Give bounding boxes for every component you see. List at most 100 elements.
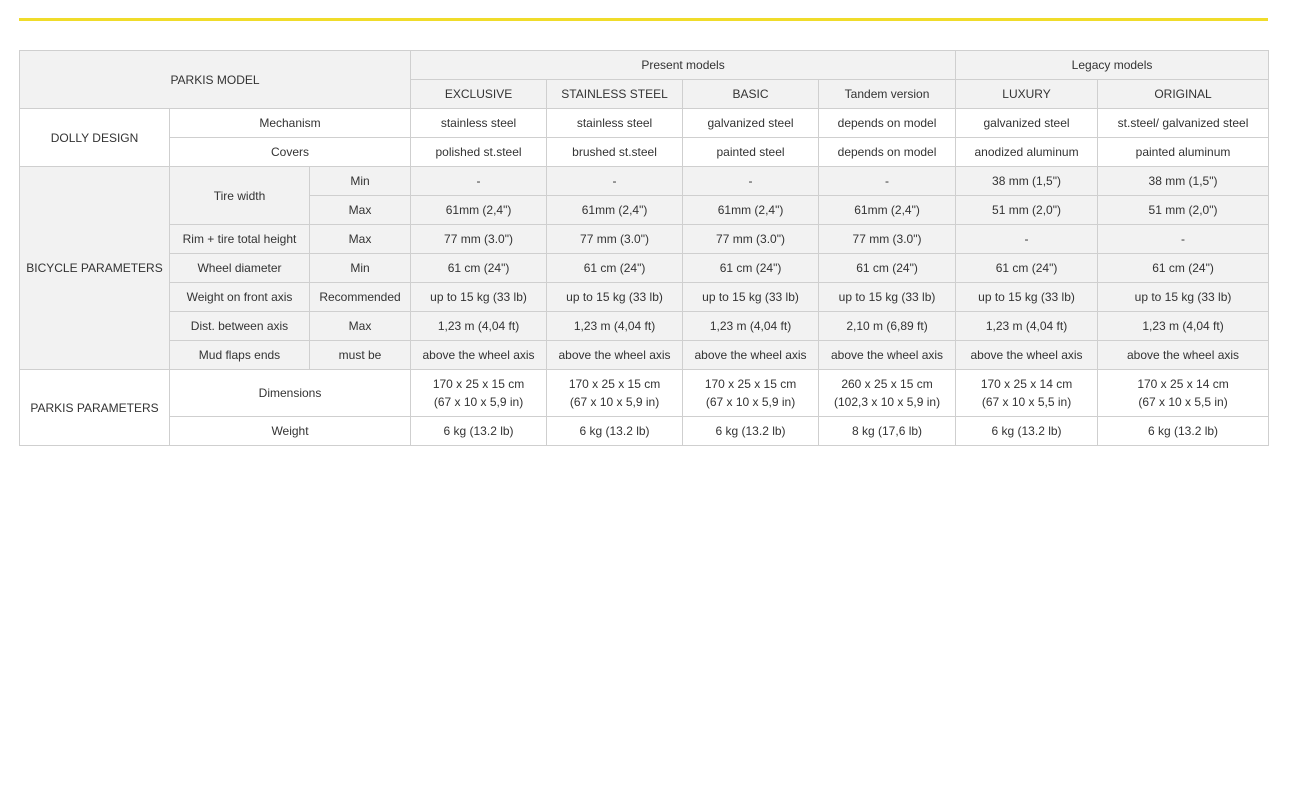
table-cell: 260 x 25 x 15 cm (102,3 x 10 x 5,9 in) [818, 369, 957, 417]
table-cell: 6 kg (13.2 lb) [682, 416, 820, 446]
table-row: BICYCLE PARAMETERS Tire width Min - - - … [19, 166, 1270, 370]
section-dolly-design: DOLLY DESIGN [19, 108, 170, 167]
table-cell: anodized aluminum [955, 137, 1099, 167]
table-cell: 170 x 25 x 14 cm (67 x 10 x 5,5 in) [955, 369, 1099, 417]
table-cell: 170 x 25 x 15 cm (67 x 10 x 5,9 in) [546, 369, 684, 417]
model-header-basic: BASIC [682, 79, 820, 109]
table-cell: 61 cm (24") [818, 253, 957, 283]
table-cell: - [546, 166, 684, 196]
table-cell: 170 x 25 x 14 cm (67 x 10 x 5,5 in) [1097, 369, 1270, 417]
table-cell: above the wheel axis [1097, 340, 1270, 370]
table-cell: - [955, 224, 1099, 254]
table-cell: galvanized steel [682, 108, 820, 138]
table-cell: 170 x 25 x 15 cm (67 x 10 x 5,9 in) [410, 369, 548, 417]
table-cell: painted steel [682, 137, 820, 167]
table-cell: above the wheel axis [818, 340, 957, 370]
spec-table: PARKIS MODEL Present models Legacy model… [18, 50, 1270, 446]
table-cell: painted aluminum [1097, 137, 1270, 167]
table-cell: 61mm (2,4") [546, 195, 684, 225]
table-cell: 61mm (2,4") [818, 195, 957, 225]
cell-line-imperial: (67 x 10 x 5,5 in) [981, 395, 1072, 409]
header-row-groups: PARKIS MODEL Present models Legacy model… [18, 50, 1270, 109]
table-row: Weight on front axis Recommended up to 1… [20, 282, 1270, 312]
table-cell: - [682, 166, 820, 196]
table-cell: 61 cm (24") [955, 253, 1099, 283]
table-cell: 38 mm (1,5") [1097, 166, 1270, 196]
cell-line-metric: 170 x 25 x 14 cm [1137, 377, 1229, 391]
table-cell: 61mm (2,4") [682, 195, 820, 225]
table-row: Mud flaps ends must be above the wheel a… [20, 340, 1270, 370]
row-qualifier: Max [308, 195, 412, 225]
table-row: Covers polished st.steel brushed st.stee… [20, 137, 1270, 167]
table-cell: up to 15 kg (33 lb) [682, 282, 820, 312]
table-cell: 51 mm (2,0") [955, 195, 1099, 225]
section-bicycle-parameters: BICYCLE PARAMETERS [19, 166, 170, 370]
model-header-exclusive: EXCLUSIVE [410, 79, 548, 109]
table-row: Weight 6 kg (13.2 lb) 6 kg (13.2 lb) 6 k… [20, 416, 1270, 446]
table-cell: 38 mm (1,5") [955, 166, 1099, 196]
table-cell: 77 mm (3.0") [818, 224, 957, 254]
cell-line-metric: 170 x 25 x 15 cm [568, 377, 661, 391]
table-cell: above the wheel axis [682, 340, 820, 370]
model-header-luxury: LUXURY [955, 79, 1099, 109]
table-cell: 6 kg (13.2 lb) [546, 416, 684, 446]
row-qualifier: Max [308, 224, 412, 254]
table-cell: brushed st.steel [546, 137, 684, 167]
table-row: PARKIS PARAMETERS Dimensions 170 x 25 x … [19, 369, 1270, 446]
legacy-models-header: Legacy models [955, 50, 1270, 80]
table-cell: up to 15 kg (33 lb) [546, 282, 684, 312]
table-cell: 61 cm (24") [410, 253, 548, 283]
row-qualifier: Max [308, 311, 412, 341]
row-label: Mud flaps ends [169, 340, 310, 370]
model-header-original: ORIGINAL [1097, 79, 1270, 109]
table-cell: up to 15 kg (33 lb) [1097, 282, 1270, 312]
section-parkis-parameters: PARKIS PARAMETERS [19, 369, 170, 446]
parkis-model-header: PARKIS MODEL [18, 50, 412, 109]
top-accent-rule [19, 18, 1268, 21]
table-cell: depends on model [818, 108, 957, 138]
table-cell: st.steel/ galvanized steel [1097, 108, 1270, 138]
table-cell: 2,10 m (6,89 ft) [818, 311, 957, 341]
table-cell: up to 15 kg (33 lb) [818, 282, 957, 312]
table-cell: 1,23 m (4,04 ft) [546, 311, 684, 341]
cell-line-metric: 170 x 25 x 15 cm [704, 377, 797, 391]
row-qualifier: Min [308, 253, 412, 283]
row-label: Covers [168, 137, 412, 167]
row-qualifier: Min [308, 166, 412, 196]
row-label: Mechanism [168, 108, 412, 138]
model-header-stainless-steel: STAINLESS STEEL [546, 79, 684, 109]
table-cell: 1,23 m (4,04 ft) [955, 311, 1099, 341]
table-cell: 170 x 25 x 15 cm (67 x 10 x 5,9 in) [682, 369, 820, 417]
model-header-tandem: Tandem version [818, 79, 957, 109]
present-models-header: Present models [410, 50, 957, 80]
table-cell: up to 15 kg (33 lb) [955, 282, 1099, 312]
table-cell: 51 mm (2,0") [1097, 195, 1270, 225]
table-row: Dist. between axis Max 1,23 m (4,04 ft) … [20, 311, 1270, 341]
row-label: Rim + tire total height [169, 224, 310, 254]
table-cell: 77 mm (3.0") [682, 224, 820, 254]
table-cell: stainless steel [410, 108, 548, 138]
table-cell: 61mm (2,4") [410, 195, 548, 225]
row-label: Tire width [169, 166, 310, 225]
table-cell: up to 15 kg (33 lb) [410, 282, 548, 312]
table-cell: 6 kg (13.2 lb) [955, 416, 1099, 446]
table-cell: - [1097, 224, 1270, 254]
row-label: Weight [168, 416, 412, 446]
table-cell: depends on model [818, 137, 957, 167]
cell-line-imperial: (67 x 10 x 5,9 in) [705, 395, 796, 409]
table-cell: 8 kg (17,6 lb) [818, 416, 957, 446]
table-cell: 6 kg (13.2 lb) [1097, 416, 1270, 446]
cell-line-metric: 170 x 25 x 14 cm [980, 377, 1073, 391]
cell-line-imperial: (67 x 10 x 5,5 in) [1138, 395, 1228, 409]
row-qualifier: Recommended [308, 282, 412, 312]
table-cell: above the wheel axis [410, 340, 548, 370]
table-row: Rim + tire total height Max 77 mm (3.0")… [20, 224, 1270, 254]
table-cell: - [818, 166, 957, 196]
table-cell: 77 mm (3.0") [546, 224, 684, 254]
cell-line-metric: 170 x 25 x 15 cm [432, 377, 525, 391]
row-qualifier: must be [308, 340, 412, 370]
cell-line-imperial: (102,3 x 10 x 5,9 in) [834, 395, 941, 409]
cell-line-imperial: (67 x 10 x 5,9 in) [433, 395, 524, 409]
table-cell: 6 kg (13.2 lb) [410, 416, 548, 446]
table-cell: 61 cm (24") [1097, 253, 1270, 283]
